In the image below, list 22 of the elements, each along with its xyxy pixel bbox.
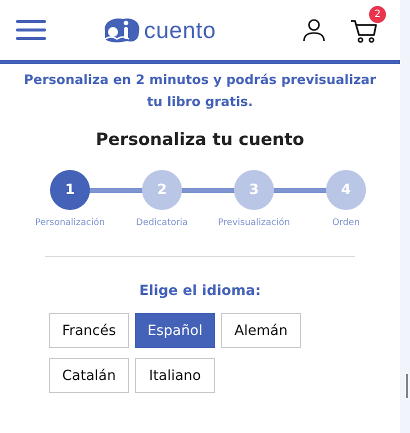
logo-text: cuento [144, 16, 216, 44]
step-circle: 4 [326, 170, 366, 210]
language-heading: Elige el idioma: [138, 283, 262, 299]
step-label: Previsualización [218, 218, 290, 228]
step-label: Personalización [35, 218, 105, 228]
scrollbar[interactable] [406, 374, 408, 398]
cart-icon[interactable] [350, 18, 378, 44]
page-title: Personaliza tu cuento [94, 130, 306, 150]
step-label: Dedicatoria [136, 218, 188, 228]
step-circle: 1 [50, 170, 90, 210]
cart-count-badge: 2 [369, 6, 386, 23]
step-label: Orden [332, 218, 360, 228]
step-circle: 2 [142, 170, 182, 210]
step-circle: 3 [234, 170, 274, 210]
menu-icon[interactable] [16, 20, 46, 40]
language-option[interactable]: Español [135, 313, 215, 348]
language-option[interactable]: Francés [49, 313, 129, 348]
intro-text: Personaliza en 2 minutos y podrás previsualizar tu libro gratis. [22, 72, 378, 112]
language-option[interactable]: Alemán [221, 313, 301, 348]
language-option[interactable]: Italiano [135, 358, 215, 393]
user-icon[interactable] [302, 18, 326, 42]
language-option[interactable]: Catalán [49, 358, 129, 393]
